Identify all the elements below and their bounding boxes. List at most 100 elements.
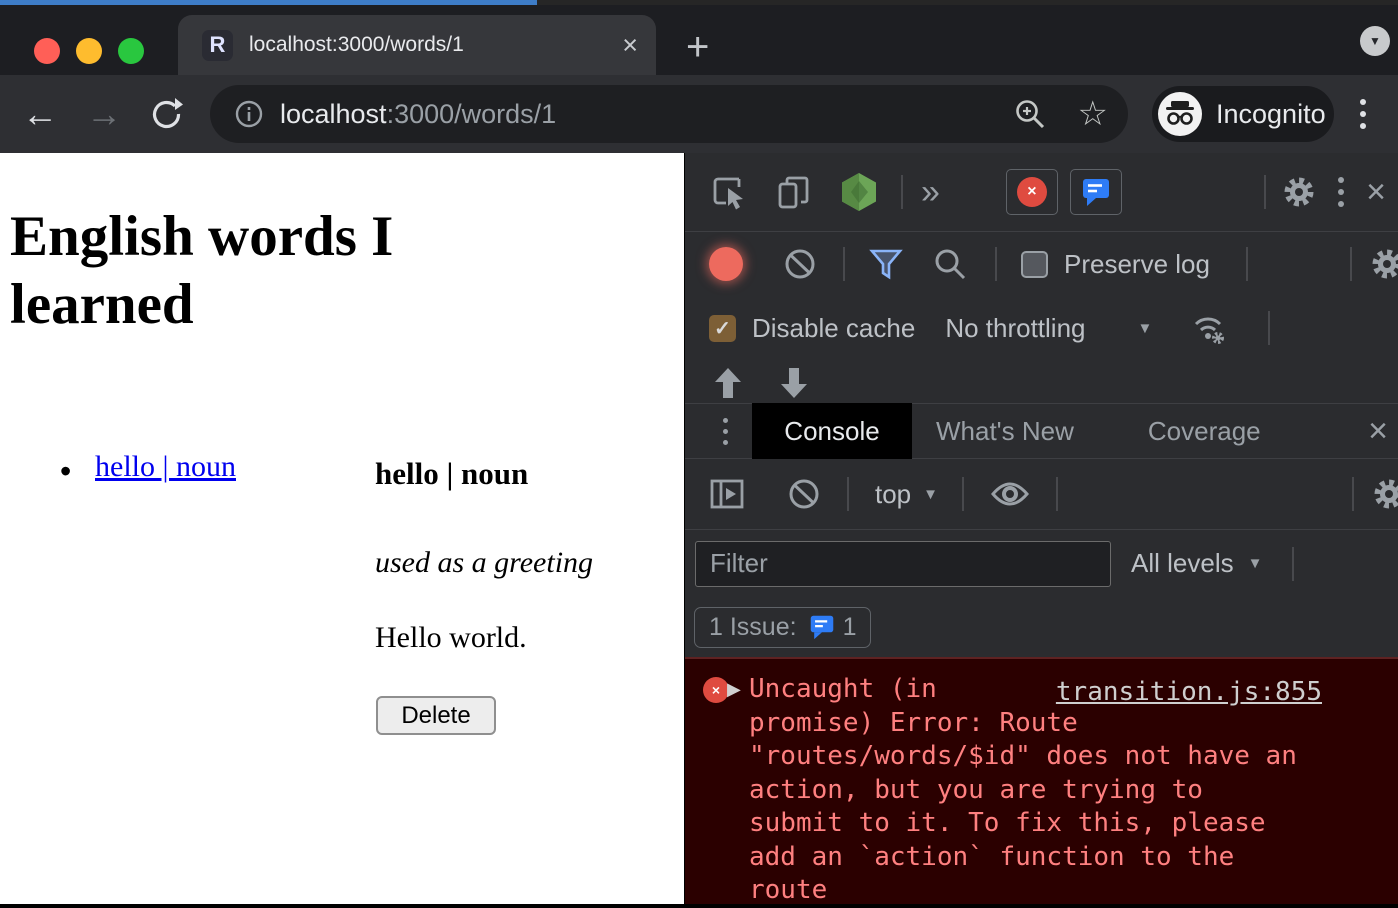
settings-gear-icon[interactable] — [1282, 175, 1316, 209]
error-count-button[interactable]: × — [1006, 169, 1058, 215]
toolbar-separator — [962, 477, 964, 511]
incognito-icon — [1158, 92, 1202, 136]
preserve-log-label[interactable]: Preserve log — [1064, 249, 1210, 280]
issues-button[interactable] — [1070, 169, 1122, 215]
incognito-badge: Incognito — [1152, 86, 1334, 142]
log-levels-select[interactable]: All levels — [1131, 548, 1234, 579]
browser-tab[interactable]: R localhost:3000/words/1 × — [178, 15, 656, 75]
window-zoom-button[interactable] — [118, 38, 144, 64]
url-text[interactable]: localhost:3000/words/1 — [280, 99, 1014, 130]
browser-tab-strip: R localhost:3000/words/1 × + ▼ — [0, 5, 1398, 75]
disable-cache-label[interactable]: Disable cache — [752, 313, 915, 344]
clear-console-icon[interactable] — [787, 477, 821, 511]
list-bullet: • — [60, 453, 71, 490]
word-detail-title: hello | noun — [375, 456, 528, 492]
toolbar-separator — [1056, 477, 1058, 511]
tab-coverage[interactable]: Coverage — [1148, 416, 1261, 447]
preserve-log-checkbox[interactable] — [1021, 251, 1048, 278]
network-settings-gear-icon[interactable] — [1370, 247, 1398, 281]
levels-dropdown-icon[interactable]: ▼ — [1248, 555, 1263, 572]
tab-console[interactable]: Console — [752, 403, 912, 459]
web-page: English words I learned • hello | noun h… — [0, 153, 684, 904]
toolbar-separator — [901, 175, 903, 209]
toolbar-separator — [1264, 175, 1266, 209]
word-definition: used as a greeting — [375, 546, 593, 580]
tab-whats-new[interactable]: What's New — [936, 416, 1074, 447]
window-minimize-button[interactable] — [76, 38, 102, 64]
console-filter-row: All levels ▼ — [685, 530, 1398, 597]
tab-title: localhost:3000/words/1 — [249, 33, 622, 57]
tab-search-button[interactable]: ▼ — [1360, 26, 1390, 56]
issues-chat-icon — [1081, 177, 1111, 207]
url-path: :3000/words/1 — [387, 99, 557, 129]
toolbar-separator — [1292, 547, 1294, 581]
forward-button[interactable]: → — [86, 96, 122, 132]
incognito-label: Incognito — [1216, 99, 1326, 130]
filter-funnel-icon[interactable] — [869, 248, 903, 280]
console-settings-gear-icon[interactable] — [1372, 477, 1398, 511]
disable-cache-checkbox[interactable]: ✓ — [709, 315, 736, 342]
device-toolbar-icon[interactable] — [775, 173, 813, 211]
devtools-menu-button[interactable] — [1338, 177, 1344, 207]
record-network-log-button[interactable] — [709, 247, 743, 281]
site-info-icon[interactable] — [234, 99, 264, 129]
filter-input[interactable] — [695, 541, 1111, 587]
browser-menu-button[interactable] — [1360, 99, 1366, 129]
bookmark-star-icon[interactable]: ☆ — [1078, 97, 1108, 131]
new-tab-button[interactable]: + — [686, 27, 709, 67]
delete-button[interactable]: Delete — [376, 696, 496, 735]
drawer-menu-button[interactable] — [723, 418, 728, 445]
import-har-icon[interactable] — [713, 366, 743, 402]
browser-toolbar: ← → localhost:3000/words/1 ☆ — [0, 75, 1398, 153]
issue-counter-button[interactable]: 1 Issue: 1 — [694, 607, 871, 648]
export-har-icon[interactable] — [779, 366, 809, 402]
issues-bar: 1 Issue: 1 — [685, 597, 1398, 657]
devtools-panel: » × × — [684, 153, 1398, 904]
node-devtools-icon[interactable] — [839, 171, 879, 213]
network-toolbar: Preserve log — [685, 232, 1398, 296]
back-button[interactable]: ← — [22, 96, 58, 132]
toolbar-separator — [1268, 311, 1270, 345]
toolbar-separator — [1246, 247, 1248, 281]
toolbar-separator — [847, 477, 849, 511]
reload-button[interactable] — [148, 96, 184, 132]
zoom-icon[interactable] — [1014, 98, 1046, 130]
clear-network-icon[interactable] — [783, 247, 817, 281]
context-selector[interactable]: top — [875, 479, 911, 510]
error-badge-icon: × — [1017, 177, 1047, 207]
issue-count: 1 — [843, 613, 857, 642]
window-close-button[interactable] — [34, 38, 60, 64]
toolbar-separator — [843, 247, 845, 281]
word-link[interactable]: hello | noun — [95, 450, 236, 484]
remix-favicon-icon: R — [202, 30, 233, 61]
issue-chat-icon — [809, 614, 835, 640]
more-panels-icon[interactable]: » — [921, 173, 940, 212]
page-title: English words I learned — [10, 203, 510, 339]
word-example: Hello world. — [375, 621, 527, 655]
url-host: localhost — [280, 99, 387, 129]
error-message-text: Uncaught (in promise) Error: Route "rout… — [749, 673, 1349, 908]
error-source-link[interactable]: transition.js:855 — [1056, 677, 1322, 707]
expand-error-icon[interactable]: ▶ — [727, 679, 741, 700]
har-import-export-row — [685, 360, 1398, 403]
live-expression-eye-icon[interactable] — [990, 479, 1030, 509]
drawer-close-icon[interactable]: × — [1368, 414, 1388, 448]
issue-label: 1 Issue: — [709, 613, 797, 642]
console-error-message[interactable]: × ▶ Uncaught (in promise) Error: Route "… — [685, 657, 1398, 904]
network-conditions-icon[interactable] — [1188, 310, 1228, 346]
search-icon[interactable] — [933, 247, 967, 281]
devtools-close-icon[interactable]: × — [1366, 175, 1386, 209]
network-conditions-row: ✓ Disable cache No throttling ▼ — [685, 296, 1398, 360]
throttling-select[interactable]: No throttling — [945, 313, 1085, 344]
url-bar[interactable]: localhost:3000/words/1 ☆ — [210, 85, 1128, 143]
toolbar-separator — [1350, 247, 1352, 281]
tab-close-icon[interactable]: × — [622, 32, 638, 59]
throttling-dropdown-icon[interactable]: ▼ — [1138, 320, 1153, 337]
context-dropdown-icon[interactable]: ▼ — [923, 486, 938, 503]
toolbar-separator — [995, 247, 997, 281]
devtools-main-toolbar: » × × — [685, 153, 1398, 232]
console-sidebar-icon[interactable] — [709, 476, 745, 512]
toolbar-separator — [1352, 477, 1354, 511]
error-level-icon: × — [703, 677, 729, 703]
inspect-element-icon[interactable] — [709, 173, 747, 211]
